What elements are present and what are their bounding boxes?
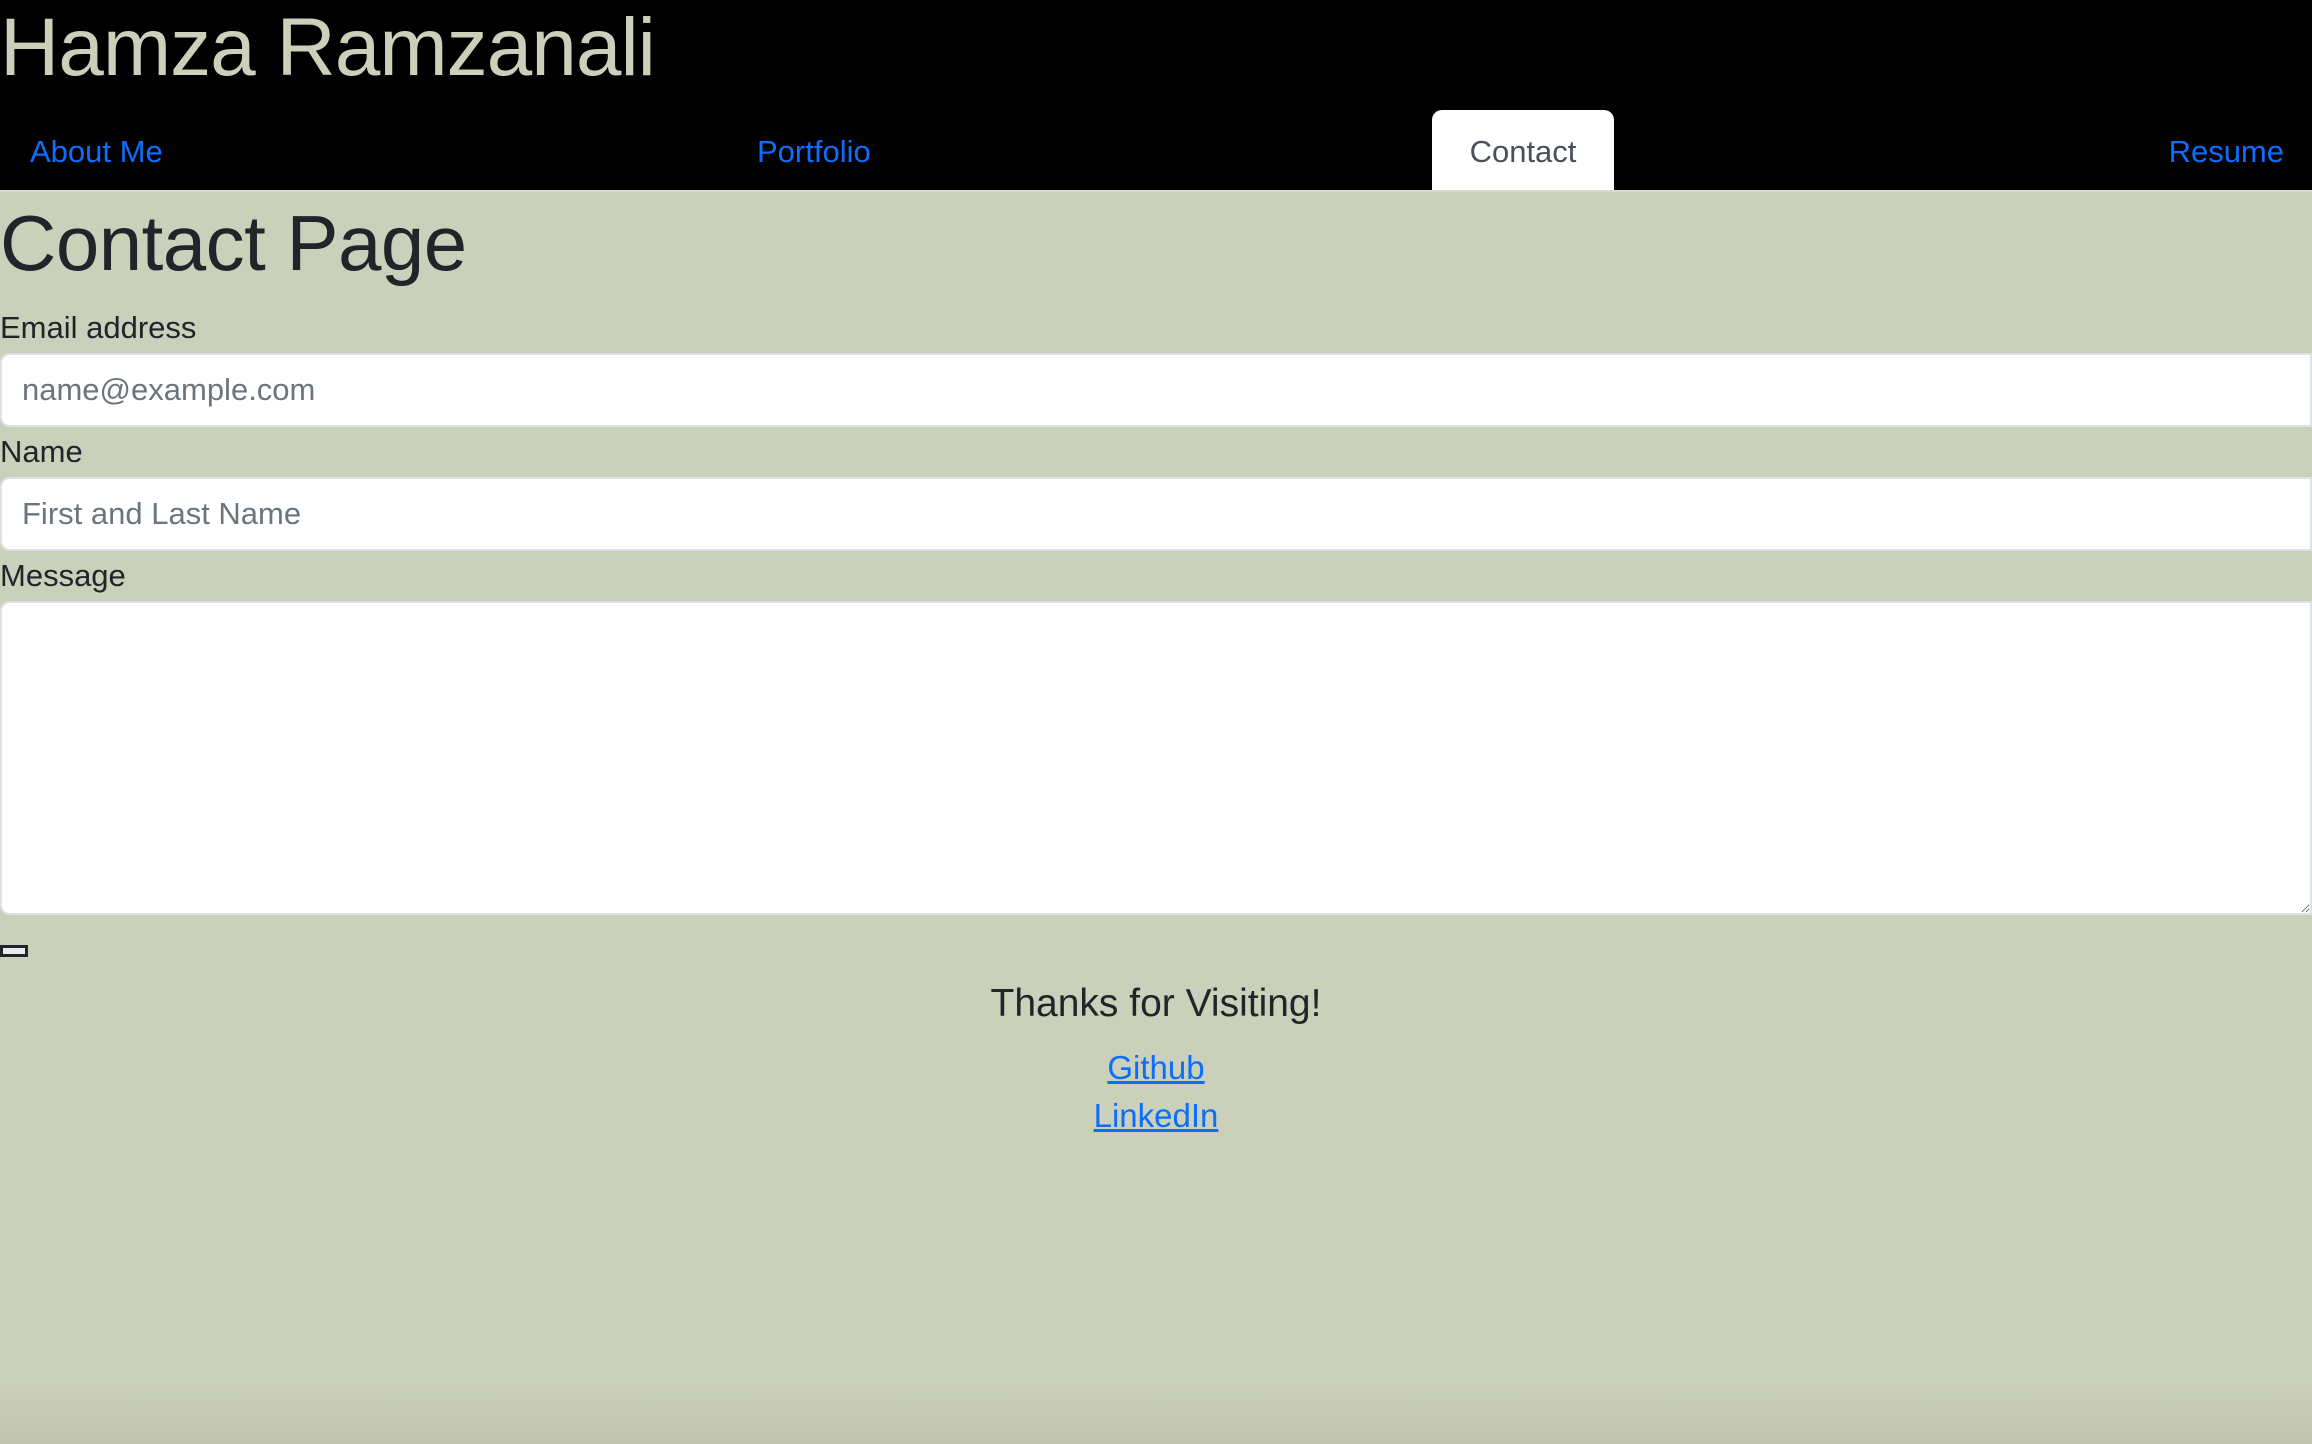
email-field[interactable] — [0, 353, 2312, 427]
github-link[interactable]: Github — [1107, 1044, 1204, 1092]
linkedin-link[interactable]: LinkedIn — [1094, 1092, 1219, 1140]
email-label: Email address — [0, 310, 197, 345]
message-textarea[interactable] — [0, 601, 2312, 915]
message-label: Message — [0, 558, 126, 593]
submit-button[interactable] — [0, 945, 28, 957]
site-title: Hamza Ramzanali — [0, 2, 656, 93]
site-footer: Thanks for Visiting! Github LinkedIn — [0, 980, 2312, 1140]
nav-tab-portfolio[interactable]: Portfolio — [757, 110, 871, 190]
main-nav: About Me Portfolio Contact Resume — [0, 110, 2312, 190]
site-header: Hamza Ramzanali About Me Portfolio Conta… — [0, 0, 2312, 192]
bottom-fade — [0, 1384, 2312, 1444]
footer-title: Thanks for Visiting! — [990, 982, 1322, 1025]
nav-tab-contact[interactable]: Contact — [1432, 110, 1614, 190]
nav-tab-resume[interactable]: Resume — [2169, 110, 2284, 190]
nav-tab-about[interactable]: About Me — [30, 110, 163, 190]
page-title: Contact Page — [0, 199, 467, 287]
name-label: Name — [0, 434, 83, 469]
name-field[interactable] — [0, 477, 2312, 551]
